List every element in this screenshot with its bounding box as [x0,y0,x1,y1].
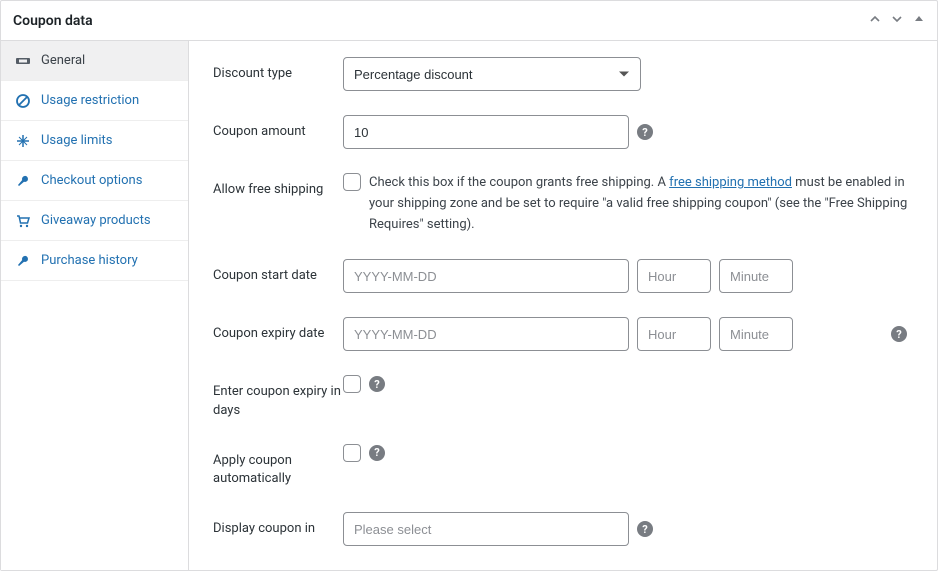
sidebar-item-label: Checkout options [41,173,142,188]
help-icon[interactable]: ? [369,376,385,392]
row-expiry-date: Coupon expiry date ? [213,317,913,351]
panel-header: Coupon data [1,1,937,41]
free-shipping-description: Check this box if the coupon grants free… [369,173,913,235]
panel-title: Coupon data [13,13,93,29]
display-in-select[interactable] [343,512,629,546]
form-content: Discount type Percentage discount Coupon… [189,41,937,570]
label-expiry-date: Coupon expiry date [213,317,343,343]
wrench-icon [15,253,31,269]
panel-move-up-icon[interactable] [869,13,881,28]
row-discount-type: Discount type Percentage discount [213,57,913,91]
label-discount-type: Discount type [213,57,343,83]
expiry-minute-input[interactable] [719,317,793,351]
label-free-shipping: Allow free shipping [213,173,343,199]
sidebar: General Usage restriction Usage limits C… [1,41,189,570]
label-start-date: Coupon start date [213,259,343,285]
label-auto-apply: Apply coupon automatically [213,444,343,488]
free-shipping-method-link[interactable]: free shipping method [669,175,792,190]
row-free-shipping: Allow free shipping Check this box if th… [213,173,913,235]
help-icon[interactable]: ? [369,445,385,461]
expiry-hour-input[interactable] [637,317,711,351]
row-start-date: Coupon start date [213,259,913,293]
sidebar-item-general[interactable]: General [1,41,188,81]
start-minute-input[interactable] [719,259,793,293]
free-shipping-checkbox[interactable] [343,173,361,191]
stats-icon [15,133,31,149]
coupon-amount-input[interactable] [343,115,629,149]
sidebar-item-purchase-history[interactable]: Purchase history [1,241,188,281]
start-hour-input[interactable] [637,259,711,293]
panel-body: General Usage restriction Usage limits C… [1,41,937,570]
label-expiry-days: Enter coupon expiry in days [213,375,343,419]
expiry-days-checkbox[interactable] [343,375,361,393]
cart-icon [15,213,31,229]
panel-toggle-icon[interactable] [913,13,925,28]
sidebar-item-usage-restriction[interactable]: Usage restriction [1,81,188,121]
label-coupon-amount: Coupon amount [213,115,343,141]
sidebar-item-label: Purchase history [41,253,138,268]
row-auto-apply: Apply coupon automatically ? [213,444,913,488]
sidebar-item-label: Usage limits [41,133,112,148]
expiry-date-input[interactable] [343,317,629,351]
panel-move-down-icon[interactable] [891,13,903,28]
help-icon[interactable]: ? [637,521,653,537]
sidebar-item-giveaway-products[interactable]: Giveaway products [1,201,188,241]
help-icon[interactable]: ? [637,124,653,140]
sidebar-item-label: General [41,53,85,68]
panel-header-controls [869,13,925,28]
help-icon[interactable]: ? [891,326,907,342]
row-expiry-days: Enter coupon expiry in days ? [213,375,913,419]
wrench-icon [15,173,31,189]
sidebar-item-label: Usage restriction [41,93,139,108]
discount-type-select[interactable]: Percentage discount [343,57,641,91]
row-display-in: Display coupon in ? [213,512,913,546]
label-display-in: Display coupon in [213,512,343,538]
sidebar-item-label: Giveaway products [41,213,151,228]
sidebar-item-usage-limits[interactable]: Usage limits [1,121,188,161]
coupon-data-panel: Coupon data General [0,0,938,571]
ban-icon [15,93,31,109]
sidebar-item-checkout-options[interactable]: Checkout options [1,161,188,201]
auto-apply-checkbox[interactable] [343,444,361,462]
row-coupon-amount: Coupon amount ? [213,115,913,149]
start-date-input[interactable] [343,259,629,293]
ticket-icon [15,53,31,69]
